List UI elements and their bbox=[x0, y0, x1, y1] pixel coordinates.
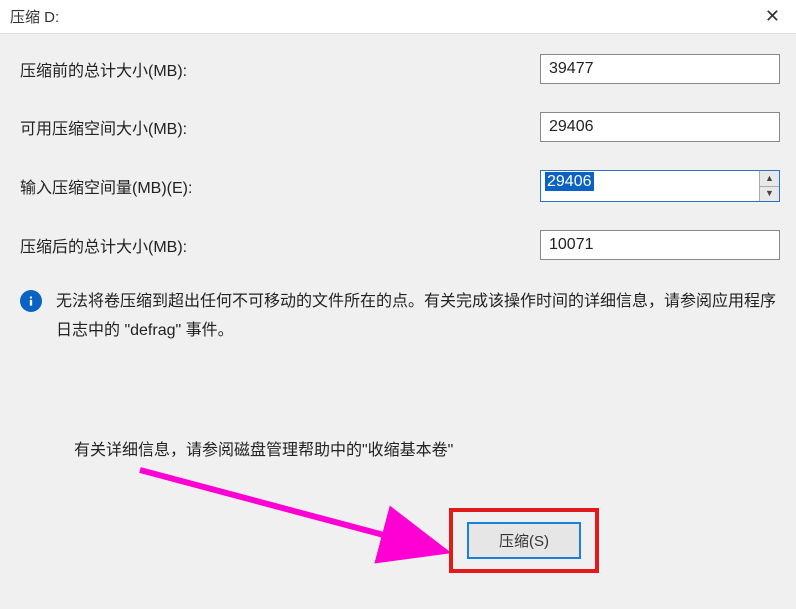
label-shrink-amount: 输入压缩空间量(MB)(E): bbox=[20, 174, 540, 198]
label-available: 可用压缩空间大小(MB): bbox=[20, 115, 540, 139]
row-available: 可用压缩空间大小(MB): 29406 bbox=[20, 112, 786, 142]
highlight-box: 压缩(S) bbox=[449, 508, 599, 573]
titlebar: 压缩 D: ✕ bbox=[0, 0, 796, 34]
info-text: 无法将卷压缩到超出任何不可移动的文件所在的点。有关完成该操作时间的详细信息，请参… bbox=[56, 288, 786, 346]
button-area: 压缩(S) bbox=[449, 508, 599, 573]
spinner-down-icon[interactable]: ▼ bbox=[760, 187, 779, 202]
spinner-buttons: ▲ ▼ bbox=[759, 171, 779, 201]
info-icon bbox=[20, 290, 42, 312]
row-shrink-amount: 输入压缩空间量(MB)(E): 29406 ▲ ▼ bbox=[20, 170, 786, 202]
close-icon[interactable]: ✕ bbox=[759, 6, 786, 27]
dialog-title: 压缩 D: bbox=[10, 6, 59, 27]
annotation-arrow-icon bbox=[130, 460, 470, 580]
dialog-content: 压缩前的总计大小(MB): 39477 可用压缩空间大小(MB): 29406 … bbox=[0, 34, 796, 470]
value-available: 29406 bbox=[540, 112, 780, 142]
info-row: 无法将卷压缩到超出任何不可移动的文件所在的点。有关完成该操作时间的详细信息，请参… bbox=[20, 288, 786, 346]
spinner-up-icon[interactable]: ▲ bbox=[760, 171, 779, 187]
label-total-after: 压缩后的总计大小(MB): bbox=[20, 233, 540, 257]
row-total-before: 压缩前的总计大小(MB): 39477 bbox=[20, 54, 786, 84]
label-total-before: 压缩前的总计大小(MB): bbox=[20, 57, 540, 81]
value-total-after: 10071 bbox=[540, 230, 780, 260]
more-info-text: 有关详细信息，请参阅磁盘管理帮助中的"收缩基本卷" bbox=[74, 436, 786, 460]
row-total-after: 压缩后的总计大小(MB): 10071 bbox=[20, 230, 786, 260]
shrink-button[interactable]: 压缩(S) bbox=[467, 522, 581, 559]
value-total-before: 39477 bbox=[540, 54, 780, 84]
shrink-amount-spinner[interactable]: 29406 ▲ ▼ bbox=[540, 170, 780, 202]
shrink-amount-input[interactable]: 29406 bbox=[541, 171, 759, 201]
